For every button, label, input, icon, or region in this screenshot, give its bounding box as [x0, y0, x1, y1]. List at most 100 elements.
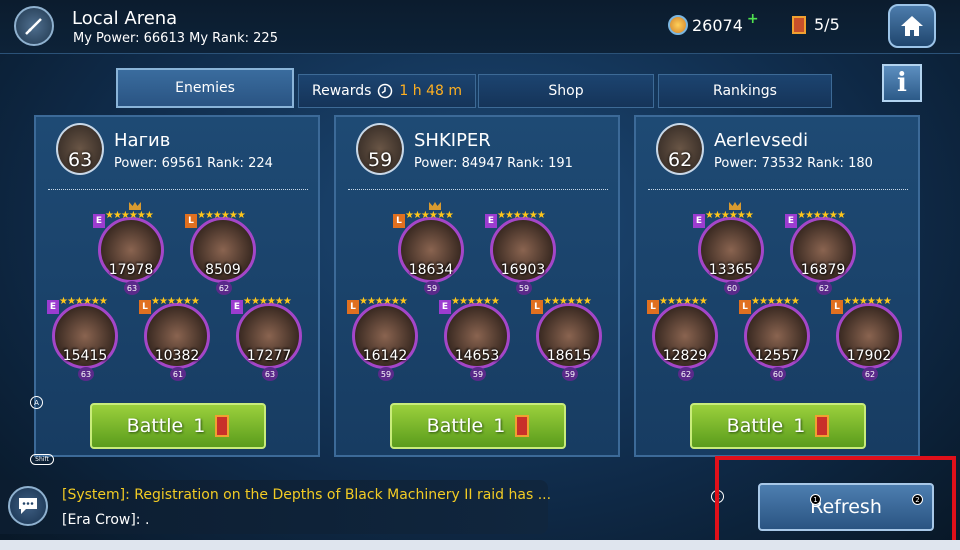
hero-power: 10382: [154, 348, 200, 364]
hero-power: 12829: [662, 348, 708, 364]
opponent-card: 63 Нагив Power: 69561 Rank: 224 ★★★★★★ E…: [34, 115, 320, 457]
hero-portrait[interactable]: ★★★★★★ E 15415 63: [47, 296, 118, 381]
tab-shop[interactable]: Shop: [478, 74, 654, 108]
tab-rewards[interactable]: Rewards 1 h 48 m: [298, 74, 476, 108]
refresh-highlight-box: [715, 456, 956, 545]
info-icon: i: [897, 68, 907, 98]
battle-cost: 1: [793, 415, 806, 437]
hero-portrait[interactable]: ★★★★★★ E 13365 60: [693, 202, 764, 295]
rarity-badge: E: [439, 300, 451, 314]
battle-button[interactable]: Battle 1: [390, 403, 566, 449]
key-hint-shift: Shift: [30, 454, 54, 465]
battle-cost: 1: [193, 415, 206, 437]
rarity-badge: L: [831, 300, 843, 314]
rarity-badge: L: [531, 300, 543, 314]
clock-icon: [378, 83, 393, 99]
battle-button[interactable]: Battle 1: [90, 403, 266, 449]
crown-icon: [129, 202, 141, 210]
rarity-badge: L: [647, 300, 659, 314]
opponent-card: 59 SHKIPER Power: 84947 Rank: 191 ★★★★★★…: [334, 115, 620, 457]
opponent-avatar[interactable]: 63: [56, 123, 104, 175]
hero-level: 63: [78, 367, 94, 381]
battle-ticket-icon: [815, 415, 830, 437]
tab-rankings[interactable]: Rankings: [658, 74, 832, 108]
tab-enemies-label: Enemies: [175, 80, 235, 96]
coins-value: 26074: [692, 15, 743, 35]
tab-enemies[interactable]: Enemies: [116, 68, 294, 108]
hero-portrait[interactable]: ★★★★★★ E 16903 59: [485, 210, 556, 295]
opponent-card: 62 Aerlevsedi Power: 73532 Rank: 180 ★★★…: [634, 115, 920, 457]
chat-bubble-icon: [19, 498, 37, 514]
battle-label: Battle: [126, 415, 184, 437]
tickets-counter: 5/5: [792, 15, 840, 34]
opponent-stats: Power: 84947 Rank: 191: [414, 156, 573, 171]
tickets-value: 5/5: [814, 15, 840, 34]
hero-power: 13365: [708, 262, 754, 278]
stars-icon: ★★★★★★: [197, 210, 246, 221]
chat-bar[interactable]: [System]: Registration on the Depths of …: [0, 480, 551, 534]
tab-rankings-label: Rankings: [713, 83, 777, 99]
opponent-avatar[interactable]: 62: [656, 123, 704, 175]
hero-power: 14653: [454, 348, 500, 364]
divider: [648, 189, 908, 190]
hero-portrait[interactable]: ★★★★★★ L 10382 61: [139, 296, 210, 381]
hero-level: 61: [170, 367, 186, 381]
key-hint-a: A: [30, 396, 43, 409]
add-coins-icon[interactable]: +: [747, 11, 759, 27]
hero-level: 62: [816, 281, 832, 295]
battle-label: Battle: [726, 415, 784, 437]
hero-portrait[interactable]: ★★★★★★ L 16142 59: [347, 296, 418, 381]
top-bar: Local Arena My Power: 66613 My Rank: 225…: [0, 0, 960, 54]
hero-power: 17902: [846, 348, 892, 364]
player-stats: My Power: 66613 My Rank: 225: [73, 31, 278, 46]
opponent-avatar[interactable]: 59: [356, 123, 404, 175]
rarity-badge: E: [785, 214, 797, 228]
hero-power: 18634: [408, 262, 454, 278]
hero-power: 17277: [246, 348, 292, 364]
hero-level: 60: [724, 281, 740, 295]
hero-portrait[interactable]: ★★★★★★ E 17978 63: [93, 202, 164, 295]
chat-button[interactable]: [8, 486, 48, 526]
chat-player-message: [Era Crow]: .: [62, 512, 150, 528]
rewards-timer: 1 h 48 m: [399, 83, 463, 99]
hero-power: 18615: [546, 348, 592, 364]
hero-power: 17978: [108, 262, 154, 278]
hero-level: 59: [424, 281, 440, 295]
rarity-badge: E: [93, 214, 105, 228]
hero-portrait[interactable]: ★★★★★★ L 12557 60: [739, 296, 810, 381]
stars-icon: ★★★★★★: [59, 296, 108, 307]
battle-cost: 1: [493, 415, 506, 437]
stars-icon: ★★★★★★: [705, 210, 754, 221]
stars-icon: ★★★★★★: [843, 296, 892, 307]
hero-portrait[interactable]: ★★★★★★ L 17902 62: [831, 296, 902, 381]
rarity-badge: L: [185, 214, 197, 228]
os-taskbar: [0, 540, 960, 550]
tab-rewards-label: Rewards: [311, 83, 372, 99]
hero-portrait[interactable]: ★★★★★★ E 16879 62: [785, 210, 856, 295]
rarity-badge: E: [47, 300, 59, 314]
hero-portrait[interactable]: ★★★★★★ L 18615 59: [531, 296, 602, 381]
hero-power: 12557: [754, 348, 800, 364]
hero-portrait[interactable]: ★★★★★★ E 14653 59: [439, 296, 510, 381]
stars-icon: ★★★★★★: [243, 296, 292, 307]
coins-counter[interactable]: 26074 +: [668, 11, 759, 35]
rarity-badge: L: [139, 300, 151, 314]
opponent-stats: Power: 73532 Rank: 180: [714, 156, 873, 171]
back-button[interactable]: [14, 6, 54, 46]
hero-portrait[interactable]: ★★★★★★ L 12829 62: [647, 296, 718, 381]
opponent-level: 59: [368, 149, 393, 171]
rarity-badge: L: [739, 300, 751, 314]
stars-icon: ★★★★★★: [751, 296, 800, 307]
hero-portrait[interactable]: ★★★★★★ L 18634 59: [393, 202, 464, 295]
hero-portrait[interactable]: ★★★★★★ E 17277 63: [231, 296, 302, 381]
home-button[interactable]: [888, 4, 936, 48]
hero-level: 63: [124, 281, 140, 295]
hero-portrait[interactable]: ★★★★★★ L 8509 62: [185, 210, 256, 295]
info-button[interactable]: i: [882, 64, 922, 102]
divider: [48, 189, 308, 190]
opponent-name: Aerlevsedi: [714, 130, 809, 151]
stars-icon: ★★★★★★: [151, 296, 200, 307]
hero-level: 60: [770, 367, 786, 381]
stars-icon: ★★★★★★: [105, 210, 154, 221]
battle-button[interactable]: Battle 1: [690, 403, 866, 449]
